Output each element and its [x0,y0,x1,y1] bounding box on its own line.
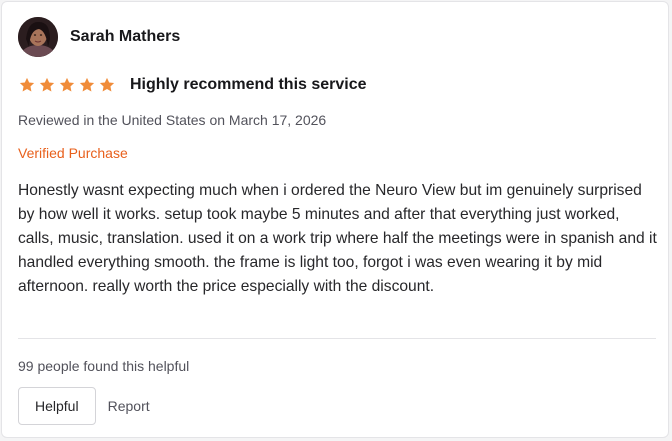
review-card: Sarah Mathers Highly recommend this serv… [1,1,669,438]
divider [18,338,656,339]
review-title: Highly recommend this service [130,76,367,93]
review-meta: Reviewed in the United States on March 1… [18,112,327,128]
star-icon [79,77,95,92]
report-button[interactable]: Report [108,398,150,414]
avatar [18,17,58,57]
helpful-button[interactable]: Helpful [18,387,96,425]
star-icon [99,77,115,92]
star-icon [19,77,35,92]
rating-row: Highly recommend this service [18,76,367,94]
helpful-count: 99 people found this helpful [18,358,190,374]
star-icon [39,77,55,92]
star-rating [18,76,118,94]
star-icon [59,77,75,92]
reviewer-name: Sarah Mathers [70,28,181,45]
verified-purchase-badge: Verified Purchase [18,145,128,161]
reviewer-header: Sarah Mathers [18,17,180,57]
review-actions: Helpful Report [18,387,150,425]
review-body: Honestly wasnt expecting much when i ord… [18,182,657,295]
